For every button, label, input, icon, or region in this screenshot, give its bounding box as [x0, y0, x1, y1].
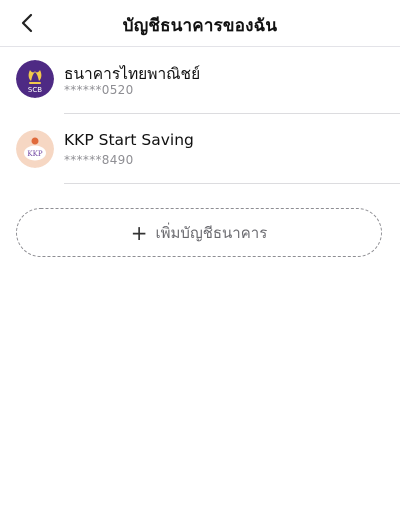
row-divider	[64, 113, 400, 114]
bank-name: KKP Start Saving	[64, 131, 194, 149]
bank-account-row-kkp[interactable]: KKP KKP Start Saving ******8490	[0, 116, 400, 184]
kkp-logo-text: KKP	[27, 150, 42, 158]
plus-icon: +	[130, 220, 148, 245]
add-bank-account-button[interactable]: + เพิ่มบัญชีธนาคาร	[16, 208, 382, 257]
masked-account-number: ******8490	[64, 153, 134, 167]
scb-logo-text: SCB	[28, 86, 42, 94]
add-bank-account-label: เพิ่มบัญชีธนาคาร	[155, 223, 268, 242]
scb-logo-icon: SCB	[16, 60, 54, 98]
bank-account-row-scb[interactable]: SCB ธนาคารไทยพาณิชย์ ******0520	[0, 46, 400, 114]
masked-account-number: ******0520	[64, 83, 134, 97]
kkp-logo-icon: KKP	[16, 130, 54, 168]
row-divider	[64, 183, 400, 184]
app-header: บัญชีธนาคารของฉัน	[0, 0, 400, 47]
page-title: บัญชีธนาคารของฉัน	[122, 16, 278, 36]
